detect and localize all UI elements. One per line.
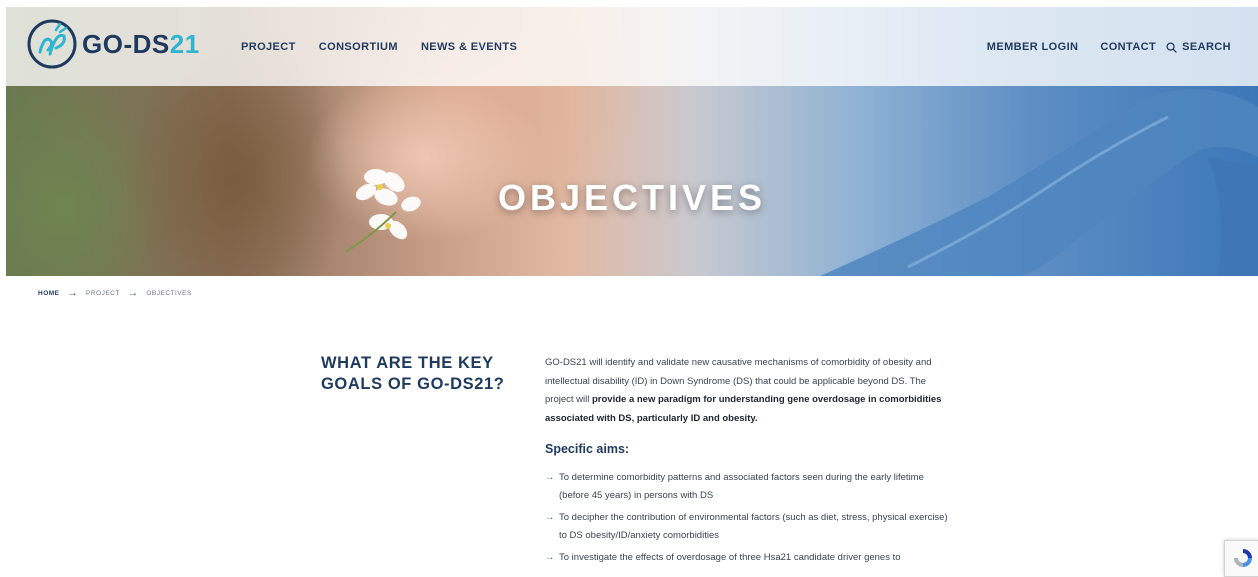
aims-title: Specific aims: xyxy=(545,442,630,456)
section-heading: WHAT ARE THE KEY GOALS OF GO-DS21? xyxy=(321,354,505,393)
logo-text: GO-DS21 xyxy=(82,28,200,59)
intro-paragraph: GO-DS21 will identify and validate new c… xyxy=(545,357,942,424)
list-item: → To decipher the contribution of environ… xyxy=(545,509,950,545)
main-nav: PROJECT CONSORTIUM NEWS & EVENTS xyxy=(241,41,517,53)
aims-list: → To determine comorbidity patterns and a… xyxy=(545,469,950,567)
breadcrumb-project[interactable]: PROJECT xyxy=(86,290,120,297)
logo-icon xyxy=(27,19,77,69)
nav-news-events[interactable]: NEWS & EVENTS xyxy=(421,41,517,53)
page-title: OBJECTIVES xyxy=(497,177,767,218)
nav-project[interactable]: PROJECT xyxy=(241,41,296,53)
recaptcha-badge[interactable] xyxy=(1224,540,1258,577)
arrow-right-icon: → xyxy=(545,551,555,563)
nav-member-login[interactable]: MEMBER LOGIN xyxy=(987,41,1079,53)
intro-highlight: provide a new paradigm for understanding… xyxy=(545,394,942,424)
arrow-right-icon: → xyxy=(67,288,78,299)
recaptcha-icon xyxy=(1234,549,1252,567)
search-icon xyxy=(1166,41,1177,53)
arrow-right-icon: → xyxy=(545,511,555,523)
objectives-content: GO-DS21 will identify and validate new c… xyxy=(545,354,950,571)
arrow-right-icon: → xyxy=(545,471,555,483)
breadcrumb: HOME → PROJECT → OBJECTIVES xyxy=(38,288,192,299)
site-logo[interactable]: GO-DS21 xyxy=(26,18,200,70)
nav-contact[interactable]: CONTACT xyxy=(1100,41,1156,53)
list-item: → To determine comorbidity patterns and a… xyxy=(545,469,950,505)
list-item: → To investigate the effects of overdosag… xyxy=(545,549,950,567)
nav-consortium[interactable]: CONSORTIUM xyxy=(319,41,398,53)
search-button[interactable]: SEARCH xyxy=(1166,41,1231,53)
utility-nav: MEMBER LOGIN CONTACT SEARCH xyxy=(987,41,1231,53)
search-label: SEARCH xyxy=(1182,41,1231,53)
breadcrumb-home[interactable]: HOME xyxy=(38,290,60,297)
breadcrumb-current: OBJECTIVES xyxy=(146,290,192,297)
arrow-right-icon: → xyxy=(127,288,139,299)
